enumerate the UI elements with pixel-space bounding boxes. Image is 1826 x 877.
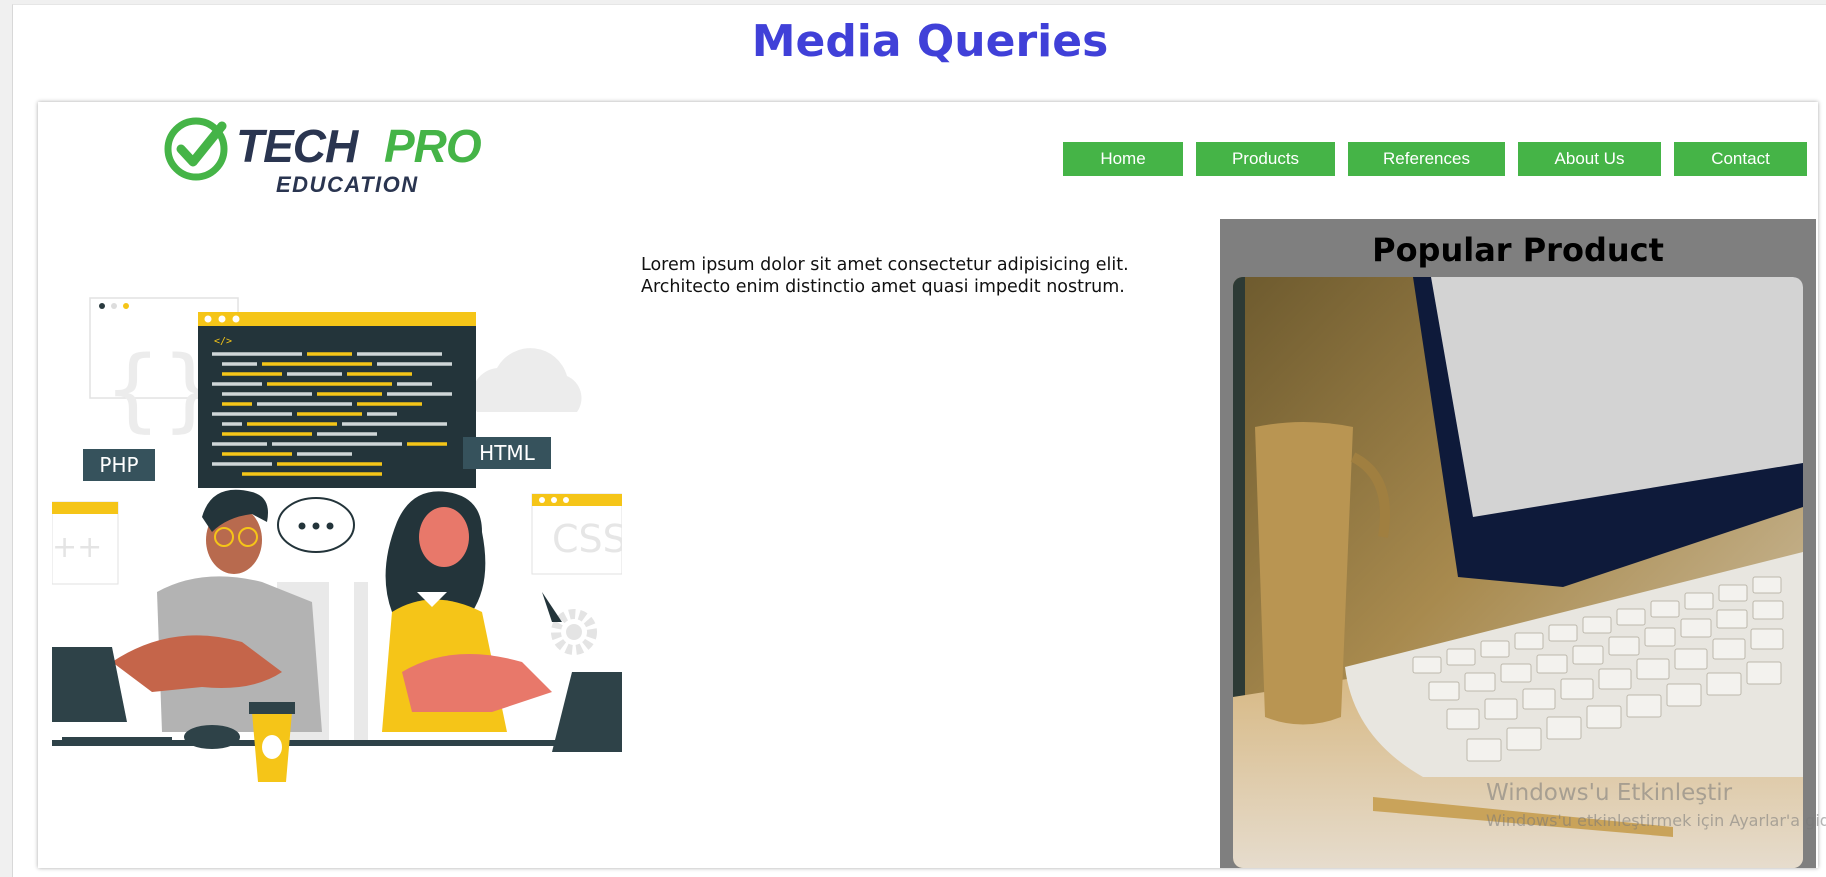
- svg-text:</>: </>: [214, 336, 232, 347]
- aside-title: Popular Product: [1372, 231, 1664, 269]
- nav-item-home[interactable]: Home: [1063, 142, 1183, 176]
- logo-pro-text: PRO: [384, 120, 482, 172]
- cursor-icon: [542, 592, 562, 622]
- code-window: [198, 312, 476, 488]
- logo-tech-text: TECH: [236, 120, 359, 172]
- cloud-icon: [471, 348, 582, 412]
- nav-item-about-us[interactable]: About Us: [1518, 142, 1661, 176]
- logo-tagline: EDUCATION: [276, 172, 419, 196]
- content-paragraph: Lorem ipsum dolor sit amet consectetur a…: [641, 255, 1129, 297]
- windows-activation-subtitle: Windows'u etkinleştirmek için Ayarlar'a …: [1486, 811, 1826, 830]
- windows-activation-title: Windows'u Etkinleştir: [1486, 780, 1733, 806]
- techpro-logo[interactable]: TECH PRO EDUCATION: [164, 116, 494, 196]
- svg-text:CSS: CSS: [552, 517, 622, 561]
- developers-illustration: {} </> PHP HTML ++ CSS: [52, 297, 622, 782]
- popular-product-aside: Popular Product: [1220, 219, 1816, 868]
- nav-item-references[interactable]: References: [1348, 142, 1505, 176]
- logo-check-icon: [176, 121, 227, 167]
- svg-text:HTML: HTML: [479, 441, 536, 465]
- svg-text:PHP: PHP: [99, 453, 138, 477]
- left-monitor: [52, 647, 127, 722]
- nav-item-products[interactable]: Products: [1196, 142, 1335, 176]
- mug: [1255, 422, 1353, 725]
- nav-item-contact[interactable]: Contact: [1674, 142, 1807, 176]
- site-frame: TECH PRO EDUCATION Home Products Referen…: [38, 102, 1818, 868]
- svg-text:++: ++: [52, 530, 102, 565]
- page-title: Media Queries: [751, 16, 1109, 67]
